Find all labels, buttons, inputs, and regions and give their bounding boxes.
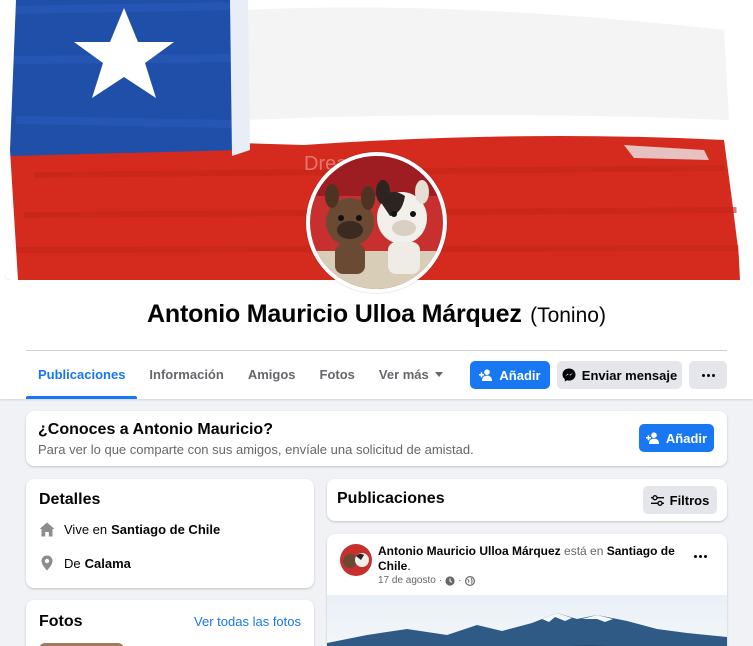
clock-icon bbox=[445, 575, 455, 586]
tab-label: Fotos bbox=[319, 367, 355, 382]
caret-down-icon bbox=[434, 372, 443, 377]
filters-button[interactable]: Filtros bbox=[643, 486, 717, 514]
profile-tabs: Publicaciones Información Amigos Fotos V… bbox=[26, 351, 455, 399]
add-friend-button[interactable]: Añadir bbox=[470, 361, 550, 389]
know-card-title: ¿Conoces a Antonio Mauricio? bbox=[38, 421, 273, 438]
tab-label: Publicaciones bbox=[38, 367, 126, 382]
see-all-photos-link[interactable]: Ver todas las fotos bbox=[194, 614, 301, 629]
know-card-subtitle: Para ver lo que comparte con sus amigos,… bbox=[38, 442, 474, 457]
post-options-icon[interactable] bbox=[687, 546, 713, 566]
meta-separator: · bbox=[458, 575, 462, 586]
send-message-button[interactable]: Enviar mensaje bbox=[557, 361, 682, 389]
post-action-text: está en bbox=[564, 544, 604, 558]
posts-header-card: Publicaciones Filtros bbox=[327, 479, 727, 521]
more-options-button[interactable] bbox=[689, 361, 727, 389]
details-title: Detalles bbox=[39, 491, 101, 508]
post-date[interactable]: 17 de agosto bbox=[378, 575, 436, 586]
know-person-card: ¿Conoces a Antonio Mauricio? Para ver lo… bbox=[26, 411, 727, 466]
messenger-icon bbox=[562, 368, 576, 382]
profile-header: Dreamstime Antonio Mauricio bbox=[0, 0, 753, 399]
photos-title: Fotos bbox=[39, 613, 83, 630]
lives-in-prefix: Vive en bbox=[64, 521, 108, 537]
know-card-add-friend-button[interactable]: Añadir bbox=[639, 424, 714, 452]
home-icon bbox=[38, 520, 56, 538]
add-friend-label: Añadir bbox=[499, 367, 541, 383]
ellipsis-icon bbox=[695, 365, 721, 385]
add-friend-icon bbox=[479, 369, 493, 381]
lives-in-row: Vive en Santiago de Chile bbox=[38, 520, 220, 538]
post-author-avatar[interactable] bbox=[340, 544, 372, 576]
lives-in-city[interactable]: Santiago de Chile bbox=[111, 522, 220, 537]
filters-label: Filtros bbox=[669, 492, 710, 508]
from-prefix: De bbox=[64, 555, 81, 571]
tab-amigos[interactable]: Amigos bbox=[236, 351, 308, 399]
profile-name: Antonio Mauricio Ulloa Márquez (Tonino) bbox=[0, 300, 753, 329]
from-city[interactable]: Calama bbox=[85, 556, 131, 571]
post-author-name[interactable]: Antonio Mauricio Ulloa Márquez bbox=[378, 544, 561, 558]
tab-publicaciones[interactable]: Publicaciones bbox=[26, 351, 138, 399]
tab-label: Amigos bbox=[247, 367, 296, 382]
profile-avatar[interactable] bbox=[306, 152, 447, 293]
profile-alternate-name: (Tonino) bbox=[530, 304, 606, 327]
post-meta: 17 de agosto · · bbox=[378, 575, 475, 586]
filters-icon bbox=[650, 494, 664, 506]
profile-full-name: Antonio Mauricio Ulloa Márquez bbox=[147, 300, 522, 328]
tab-informacion[interactable]: Información bbox=[137, 351, 235, 399]
tab-label: Información bbox=[149, 367, 224, 382]
post-header-text: Antonio Mauricio Ulloa Márquez está en S… bbox=[378, 544, 675, 573]
meta-separator: · bbox=[438, 575, 443, 586]
photos-card: Fotos Ver todas las fotos bbox=[26, 600, 314, 646]
send-message-label: Enviar mensaje bbox=[581, 367, 678, 383]
from-row: De Calama bbox=[38, 554, 131, 572]
details-card: Detalles Vive en Santiago de Chile De Ca… bbox=[26, 479, 314, 588]
globe-icon bbox=[464, 575, 475, 586]
add-friend-icon bbox=[645, 432, 659, 444]
post-image[interactable] bbox=[327, 595, 727, 646]
tab-ver-mas[interactable]: Ver más bbox=[367, 351, 455, 399]
know-card-add-label: Añadir bbox=[665, 430, 708, 446]
post-card: Antonio Mauricio Ulloa Márquez está en S… bbox=[327, 534, 727, 646]
location-pin-icon bbox=[38, 554, 56, 572]
tab-label: Ver más bbox=[378, 367, 429, 382]
tab-fotos[interactable]: Fotos bbox=[308, 351, 367, 399]
posts-title: Publicaciones bbox=[337, 490, 445, 507]
avatar-dogs-image bbox=[310, 156, 443, 289]
